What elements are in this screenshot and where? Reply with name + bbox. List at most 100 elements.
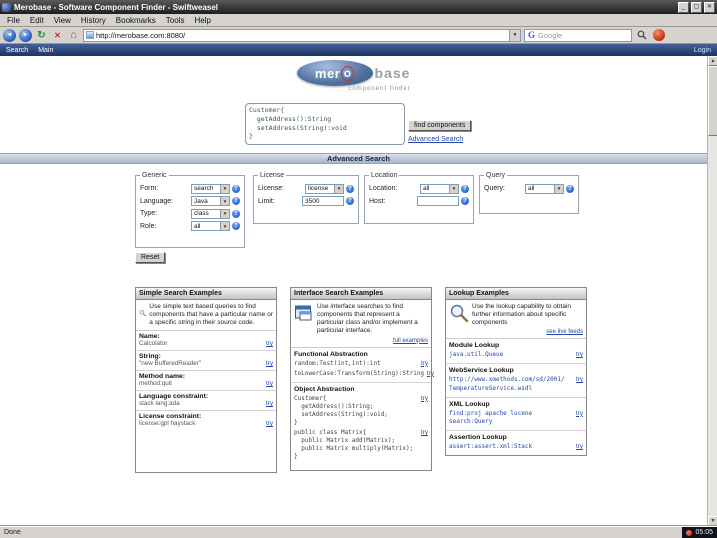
try-link[interactable]: try [421,429,428,461]
home-button[interactable]: ⌂ [67,29,80,42]
login-link[interactable]: Login [694,47,711,54]
help-icon[interactable]: ? [346,197,354,205]
status-text: Done [4,529,21,536]
location-select[interactable]: all ▼ [420,183,459,194]
advanced-search-header: Advanced Search [0,153,717,164]
license-label: License: [258,185,285,192]
host-label: Host: [369,197,386,205]
host-input[interactable] [417,196,459,206]
panel-description-text: Use interface searches to find component… [317,303,418,335]
forward-button[interactable]: ► [19,28,32,42]
form-label: Form: [140,185,159,192]
try-link[interactable]: try [576,443,583,451]
help-icon[interactable]: ? [461,197,469,205]
try-link[interactable]: try [266,380,273,387]
license-select[interactable]: license ▼ [305,183,344,194]
menu-tools[interactable]: Tools [161,16,190,25]
example-item: java.util.Queue try [446,350,586,360]
limit-input[interactable] [302,196,344,206]
example-item: License constraint: license:gpl haystack… [136,411,276,430]
try-link[interactable]: try [576,376,583,392]
chevron-down-icon: ▼ [220,209,229,218]
window-icon [2,2,11,12]
menu-help[interactable]: Help [189,16,215,25]
try-link[interactable]: try [421,395,428,427]
site-nav-search[interactable]: Search [6,47,28,54]
window-titlebar: Merobase - Software Component Finder - S… [0,0,717,14]
help-icon[interactable]: ? [566,184,574,193]
chevron-down-icon: ▼ [220,184,229,193]
help-icon[interactable]: ? [232,222,240,230]
close-button[interactable]: ✕ [704,1,715,13]
url-bar[interactable]: http://merobase.com:8080/ ▼ [83,28,521,42]
url-text[interactable]: http://merobase.com:8080/ [96,31,507,40]
query-select-value: all [528,185,535,192]
module-lookup-section: Module Lookup java.util.Queue try [446,339,586,365]
generic-legend: Generic [142,172,167,179]
try-link[interactable]: try [266,360,273,367]
search-query-input[interactable]: Customer{ getAddress():String setAddress… [245,103,405,145]
web-search-input[interactable]: G Google [524,28,632,42]
menu-view[interactable]: View [49,16,76,25]
back-button[interactable]: ◄ [3,28,16,42]
language-select[interactable]: Java ▼ [191,196,230,206]
page-favicon-icon [86,31,94,39]
page-scrollbar[interactable]: ▲ ▼ [707,56,717,526]
example-code: assert:assert.xml:Stack [449,442,533,450]
query-fieldset: Query Query: all ▼ ? [479,172,579,214]
try-link[interactable]: try [576,351,583,359]
try-link[interactable]: try [266,400,273,407]
role-label: Role: [140,222,157,230]
type-select[interactable]: class ▼ [191,208,230,219]
form-select[interactable]: search ▼ [191,183,230,194]
panel-description: Use interface searches to find component… [291,300,431,348]
search-go-button[interactable] [635,29,649,42]
reset-button[interactable]: Reset [135,252,166,263]
help-icon[interactable]: ? [461,184,469,193]
url-dropdown-button[interactable]: ▼ [509,29,520,41]
xml-lookup-section: XML Lookup find:proj apache lucene searc… [446,398,586,431]
google-icon: G [528,29,536,40]
menu-file[interactable]: File [2,16,25,25]
menu-edit[interactable]: Edit [25,16,49,25]
menu-bookmarks[interactable]: Bookmarks [111,16,161,25]
minimize-button[interactable]: _ [678,1,689,13]
example-value: stack lang:ada [139,400,180,408]
site-nav-main[interactable]: Main [38,47,53,54]
license-row: License: license ▼ ? [258,183,354,194]
try-link[interactable]: try [266,420,273,427]
live-feeds-link[interactable]: see live feeds [546,329,583,335]
example-item: find:proj apache lucene search:Query try [446,409,586,427]
try-link[interactable]: try [421,360,428,368]
maximize-button[interactable]: ▢ [691,1,702,13]
browser-window: Merobase - Software Component Finder - S… [0,0,717,538]
scroll-up-button[interactable]: ▲ [707,56,717,66]
query-select[interactable]: all ▼ [525,183,564,194]
try-link[interactable]: try [576,410,583,426]
menu-history[interactable]: History [76,16,111,25]
help-icon[interactable]: ? [346,184,354,193]
scrollbar-thumb[interactable] [707,66,717,136]
full-examples-link[interactable]: full examples [393,338,428,344]
location-label: Location: [369,185,398,192]
help-icon[interactable]: ? [232,184,240,193]
help-icon[interactable]: ? [232,209,240,218]
find-components-button[interactable]: find components [408,120,472,131]
chevron-down-icon: ▼ [449,184,458,193]
stop-button[interactable]: ✕ [51,29,64,42]
help-icon[interactable]: ? [232,197,240,205]
menubar: File Edit View History Bookmarks Tools H… [0,14,717,27]
try-link[interactable]: try [266,340,273,347]
example-label: License constraint: [139,413,202,421]
role-select[interactable]: all ▼ [191,221,230,231]
scroll-down-button[interactable]: ▼ [707,516,717,526]
type-select-value: class [194,210,209,217]
example-code: toLowerCase:Transform(String):String [294,369,425,377]
query-label: Query: [484,185,506,192]
reload-button[interactable]: ↻ [35,29,48,42]
try-link[interactable]: try [427,370,434,378]
generic-fieldset: Generic Form: search ▼ ? Language: Java ▼ … [135,172,245,248]
section-heading: Module Lookup [449,342,500,350]
advanced-search-link[interactable]: Advanced Search [408,136,463,143]
example-code: public class Matrix{ public Matrix add(M… [294,429,414,461]
